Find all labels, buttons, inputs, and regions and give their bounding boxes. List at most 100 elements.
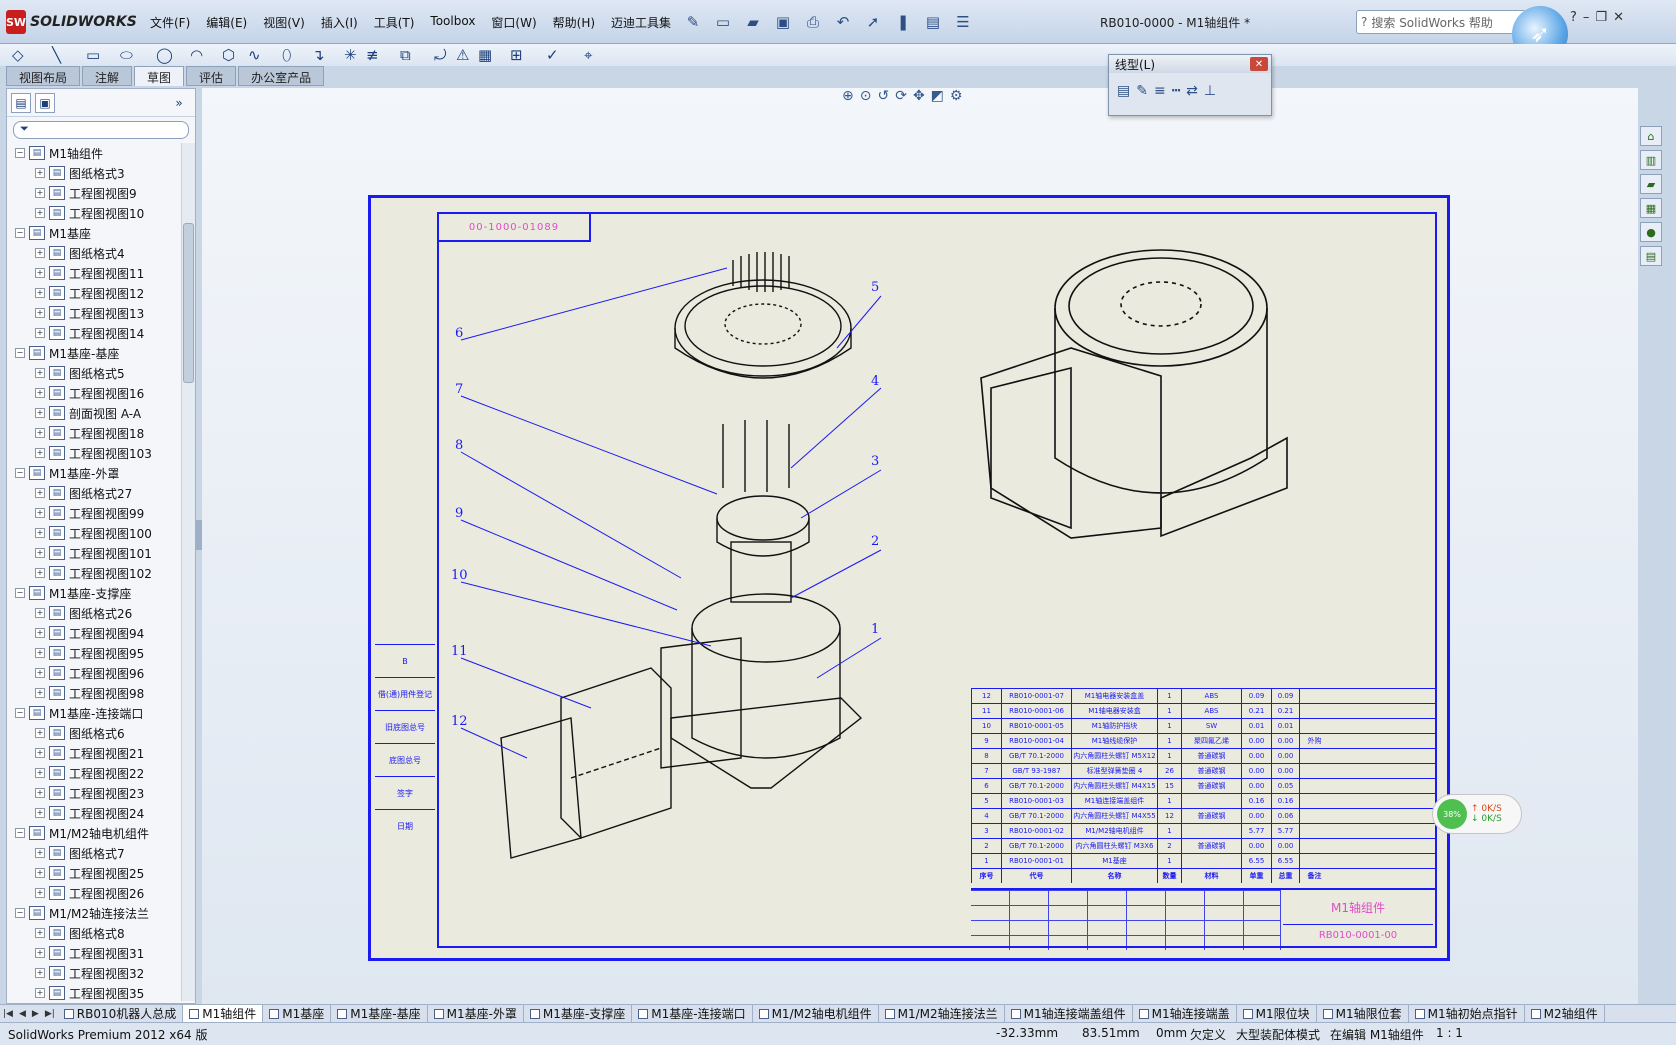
view-palette-icon[interactable]: ▦: [1640, 198, 1662, 218]
tab-annotation[interactable]: 注解: [82, 66, 133, 86]
expand-toggle-icon[interactable]: +: [35, 788, 45, 798]
expand-toggle-icon[interactable]: +: [35, 428, 45, 438]
tree-view-item[interactable]: + ▤ 工程图视图103: [7, 443, 181, 463]
expand-toggle-icon[interactable]: +: [35, 608, 45, 618]
tree-view-item[interactable]: + ▤ 工程图视图32: [7, 963, 181, 983]
expand-toggle-icon[interactable]: +: [35, 808, 45, 818]
tree-view-item[interactable]: + ▤ 工程图视图31: [7, 943, 181, 963]
menu-maidi-tools[interactable]: 迈迪工具集: [603, 12, 679, 33]
rotate-icon[interactable]: ⟳: [895, 88, 907, 104]
expand-toggle-icon[interactable]: −: [15, 148, 25, 158]
print-icon[interactable]: ⎙: [800, 10, 826, 34]
next-sheet-icon[interactable]: ▶: [29, 1009, 42, 1019]
expand-toggle-icon[interactable]: +: [35, 728, 45, 738]
tree-view-item[interactable]: + ▤ 图纸格式6: [7, 723, 181, 743]
linetype-toolbar-header[interactable]: 线型(L) ✕: [1109, 55, 1271, 73]
rectangle-icon[interactable]: ▭: [86, 46, 100, 64]
tree-scrollbar[interactable]: [181, 143, 195, 1001]
tab-sketch[interactable]: 草图: [134, 66, 185, 86]
point-icon[interactable]: ✳: [344, 46, 357, 64]
sheet-tab[interactable]: M1基座-外罩: [428, 1005, 524, 1022]
expand-toggle-icon[interactable]: +: [35, 168, 45, 178]
color-display-mode-icon[interactable]: ⊥: [1204, 83, 1216, 99]
file-properties-icon[interactable]: ▤: [920, 10, 946, 34]
expand-toggle-icon[interactable]: +: [35, 248, 45, 258]
help-icon[interactable]: ?: [1570, 10, 1577, 25]
sheet-tab[interactable]: RB010机器人总成: [58, 1005, 184, 1022]
trim-icon[interactable]: ⤾: [434, 46, 447, 64]
sheet-tab[interactable]: M1轴初始点指针: [1409, 1005, 1525, 1022]
expand-toggle-icon[interactable]: +: [35, 508, 45, 518]
tree-sheet-item[interactable]: − ▤ M1轴组件: [7, 143, 181, 163]
menu-toolbox[interactable]: Toolbox: [422, 12, 483, 33]
expand-toggle-icon[interactable]: +: [35, 848, 45, 858]
expand-toggle-icon[interactable]: +: [35, 688, 45, 698]
line-icon[interactable]: ╲: [52, 46, 61, 64]
filter-input[interactable]: ⏷: [13, 121, 189, 139]
circle-icon[interactable]: ◯: [156, 46, 173, 64]
sheet-tab[interactable]: M1轴限位套: [1317, 1005, 1409, 1022]
last-sheet-icon[interactable]: ▶|: [42, 1009, 58, 1019]
tree-view-item[interactable]: + ▤ 工程图视图10: [7, 203, 181, 223]
expand-toggle-icon[interactable]: −: [15, 708, 25, 718]
sheet-tab[interactable]: M1基座-支撑座: [524, 1005, 633, 1022]
sheet-tab[interactable]: M1基座: [263, 1005, 332, 1022]
menu-file[interactable]: 文件(F): [142, 12, 198, 33]
offset-icon[interactable]: ⧉: [400, 46, 411, 64]
restore-icon[interactable]: ❐: [1595, 10, 1607, 25]
expand-toggle-icon[interactable]: +: [35, 948, 45, 958]
menu-tools[interactable]: 工具(T): [366, 12, 423, 33]
help-search-input[interactable]: ? 搜索 SolidWorks 帮助: [1356, 10, 1526, 34]
options-icon[interactable]: ☰: [950, 10, 976, 34]
spline-icon[interactable]: ∿: [248, 46, 261, 64]
rebuild-icon[interactable]: ❚: [890, 10, 916, 34]
tree-view-item[interactable]: + ▤ 图纸格式4: [7, 243, 181, 263]
tree-view-item[interactable]: + ▤ 工程图视图18: [7, 423, 181, 443]
repair-icon[interactable]: ✓: [546, 46, 559, 64]
tree-view-item[interactable]: + ▤ 工程图视图102: [7, 563, 181, 583]
previous-sheet-icon[interactable]: ◀: [16, 1009, 29, 1019]
tree-view-item[interactable]: + ▤ 工程图视图35: [7, 983, 181, 1001]
expand-toggle-icon[interactable]: −: [15, 348, 25, 358]
expand-toggle-icon[interactable]: +: [35, 488, 45, 498]
expand-toggle-icon[interactable]: −: [15, 468, 25, 478]
line-style-icon[interactable]: ┅: [1172, 83, 1180, 99]
relations-icon[interactable]: ⚠: [456, 46, 469, 64]
tree-view-item[interactable]: + ▤ 工程图视图12: [7, 283, 181, 303]
balloon-12[interactable]: 12: [451, 714, 468, 729]
expand-toggle-icon[interactable]: +: [35, 208, 45, 218]
layer-properties-icon[interactable]: ▤: [1117, 83, 1130, 99]
expand-toggle-icon[interactable]: +: [35, 528, 45, 538]
balloon-2[interactable]: 2: [871, 534, 879, 549]
sheet-tab[interactable]: M1/M2轴电机组件: [753, 1005, 879, 1022]
expand-toggle-icon[interactable]: +: [35, 388, 45, 398]
open-icon[interactable]: ▰: [740, 10, 766, 34]
tree-sheet-item[interactable]: − ▤ M1/M2轴电机组件: [7, 823, 181, 843]
menu-view[interactable]: 视图(V): [255, 12, 313, 33]
expand-toggle-icon[interactable]: −: [15, 588, 25, 598]
tab-evaluate[interactable]: 评估: [186, 66, 237, 86]
tree-sheet-item[interactable]: − ▤ M1/M2轴连接法兰: [7, 903, 181, 923]
balloon-8[interactable]: 8: [455, 438, 463, 453]
quick-snaps-icon[interactable]: ⌖: [584, 46, 592, 64]
expand-toggle-icon[interactable]: +: [35, 968, 45, 978]
arc-icon[interactable]: ◠: [190, 46, 203, 64]
expand-panel-icon[interactable]: »: [169, 93, 189, 113]
custom-properties-icon[interactable]: ▤: [1640, 246, 1662, 266]
sheet-tab[interactable]: M1基座-基座: [331, 1005, 428, 1022]
sheet-tab[interactable]: M2轴组件: [1525, 1005, 1605, 1022]
tree-view-item[interactable]: + ▤ 工程图视图95: [7, 643, 181, 663]
slot-icon[interactable]: ⬭: [120, 46, 133, 64]
tree-view-item[interactable]: + ▤ 工程图视图21: [7, 743, 181, 763]
file-explorer-icon[interactable]: ▰: [1640, 174, 1662, 194]
close-icon[interactable]: ✕: [1613, 10, 1624, 25]
tree-view-item[interactable]: + ▤ 工程图视图22: [7, 763, 181, 783]
expand-toggle-icon[interactable]: +: [35, 668, 45, 678]
polygon-icon[interactable]: ⬡: [222, 46, 235, 64]
tree-view-item[interactable]: + ▤ 工程图视图9: [7, 183, 181, 203]
appearances-icon[interactable]: ●: [1640, 222, 1662, 242]
view-settings-icon[interactable]: ⚙: [950, 88, 963, 104]
tree-view-item[interactable]: + ▤ 图纸格式7: [7, 843, 181, 863]
expand-toggle-icon[interactable]: −: [15, 228, 25, 238]
ellipse-icon[interactable]: ⬯: [282, 46, 291, 64]
